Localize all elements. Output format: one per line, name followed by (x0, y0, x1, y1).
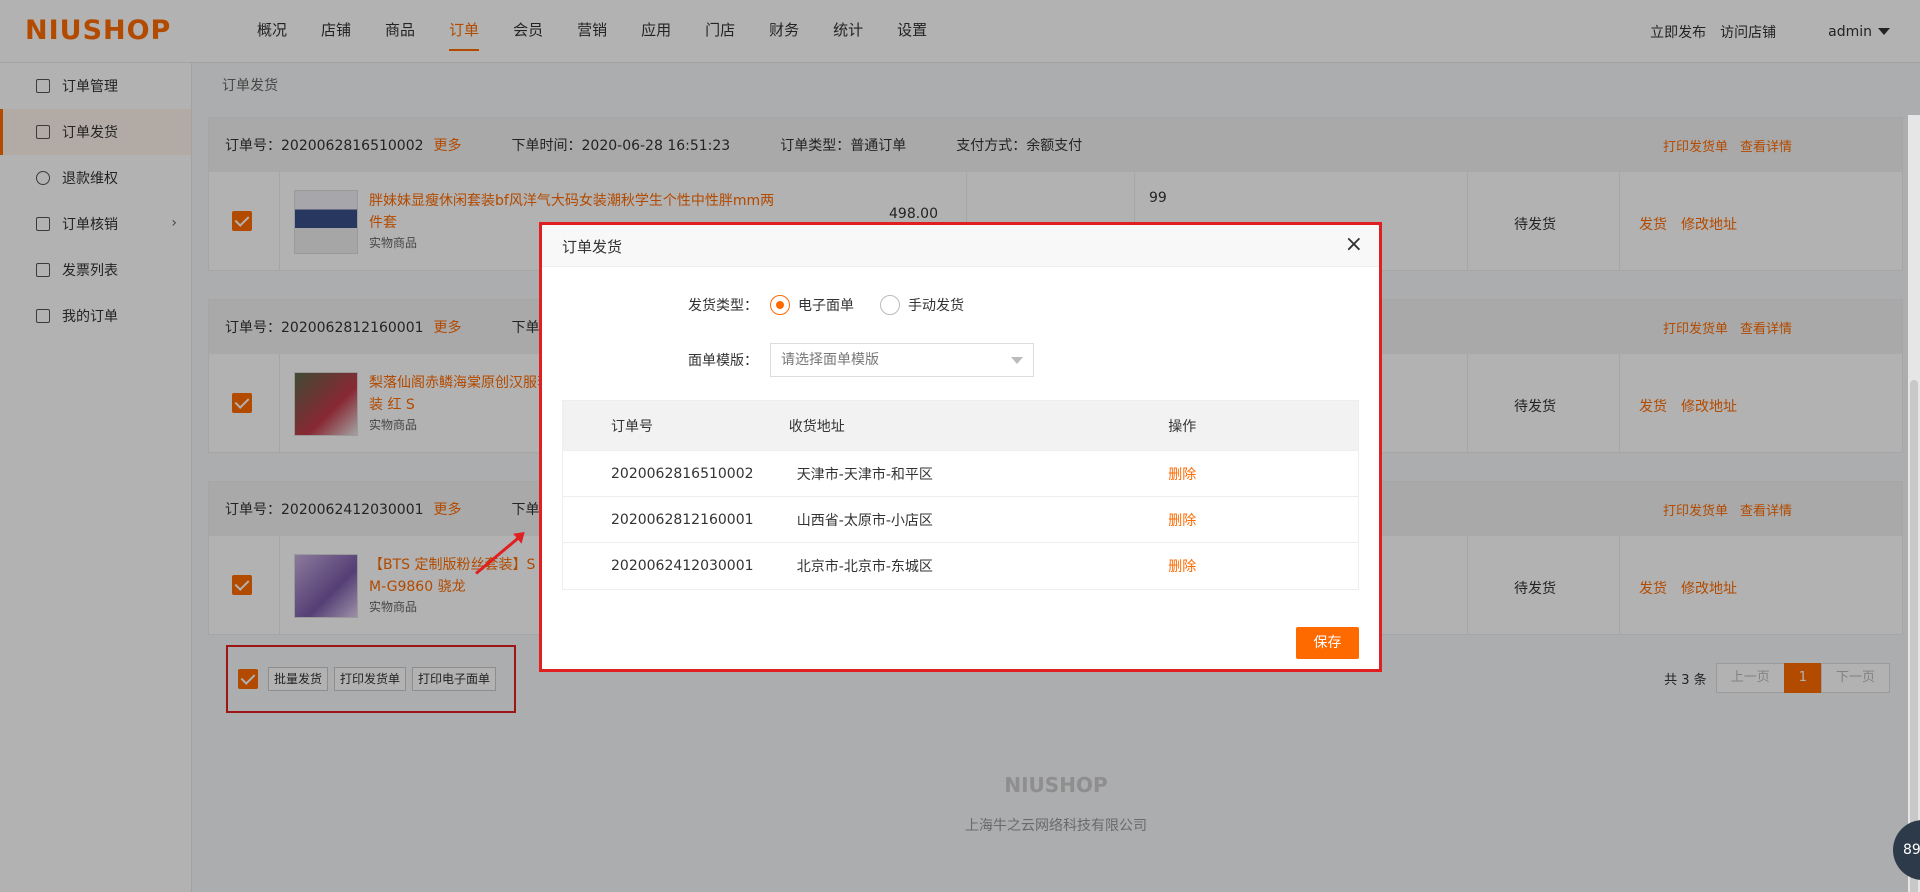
col-operation: 操作 (1168, 418, 1197, 435)
radio-label: 手动发货 (908, 298, 964, 314)
ship-order-dialog: 订单发货 × 发货类型： 电子面单 手动发货 面单模版： 请选择面单模版 订单号… (539, 222, 1382, 672)
template-label: 面单模版： (688, 353, 758, 369)
dialog-order-table: 订单号 收货地址 操作 2020062816510002 天津市-天津市-和平区… (562, 400, 1359, 590)
radio-manual-ship[interactable]: 手动发货 (880, 295, 964, 315)
template-select[interactable]: 请选择面单模版 (770, 343, 1034, 377)
dialog-header: 订单发货 × (542, 225, 1379, 267)
address-cell: 天津市-天津市-和平区 (796, 466, 933, 483)
address-cell: 北京市-北京市-东城区 (796, 559, 933, 575)
table-row: 2020062816510002 天津市-天津市-和平区 删除 (563, 451, 1358, 497)
chevron-down-icon (1011, 357, 1023, 364)
select-placeholder: 请选择面单模版 (781, 352, 879, 368)
close-icon[interactable]: × (1345, 231, 1363, 259)
col-address: 收货地址 (788, 418, 845, 435)
delete-link[interactable]: 删除 (1168, 556, 1358, 576)
page-scrollbar[interactable] (1908, 115, 1920, 892)
dialog-title: 订单发货 (562, 238, 623, 256)
table-row: 2020062412030001 北京市-北京市-东城区 删除 (563, 543, 1358, 589)
radio-checked-icon (770, 295, 790, 315)
radio-label: 电子面单 (798, 298, 854, 314)
table-header: 订单号 收货地址 操作 (563, 401, 1358, 451)
template-row: 面单模版： 请选择面单模版 (688, 343, 1034, 377)
order-no-cell: 2020062812160001 (611, 511, 754, 528)
ship-type-label: 发货类型： (688, 298, 758, 314)
order-no-cell: 2020062412030001 (611, 558, 754, 574)
radio-electronic-waybill[interactable]: 电子面单 (770, 295, 854, 315)
save-button[interactable]: 保存 (1296, 627, 1359, 659)
table-row: 2020062812160001 山西省-太原市-小店区 删除 (563, 497, 1358, 543)
ship-type-row: 发货类型： 电子面单 手动发货 (688, 295, 964, 315)
delete-link[interactable]: 删除 (1168, 510, 1358, 530)
col-order-no: 订单号 (611, 418, 653, 435)
delete-link[interactable]: 删除 (1168, 464, 1358, 484)
scrollbar-thumb[interactable] (1910, 380, 1918, 892)
order-no-cell: 2020062816510002 (611, 465, 754, 482)
radio-unchecked-icon (880, 295, 900, 315)
address-cell: 山西省-太原市-小店区 (796, 512, 933, 529)
